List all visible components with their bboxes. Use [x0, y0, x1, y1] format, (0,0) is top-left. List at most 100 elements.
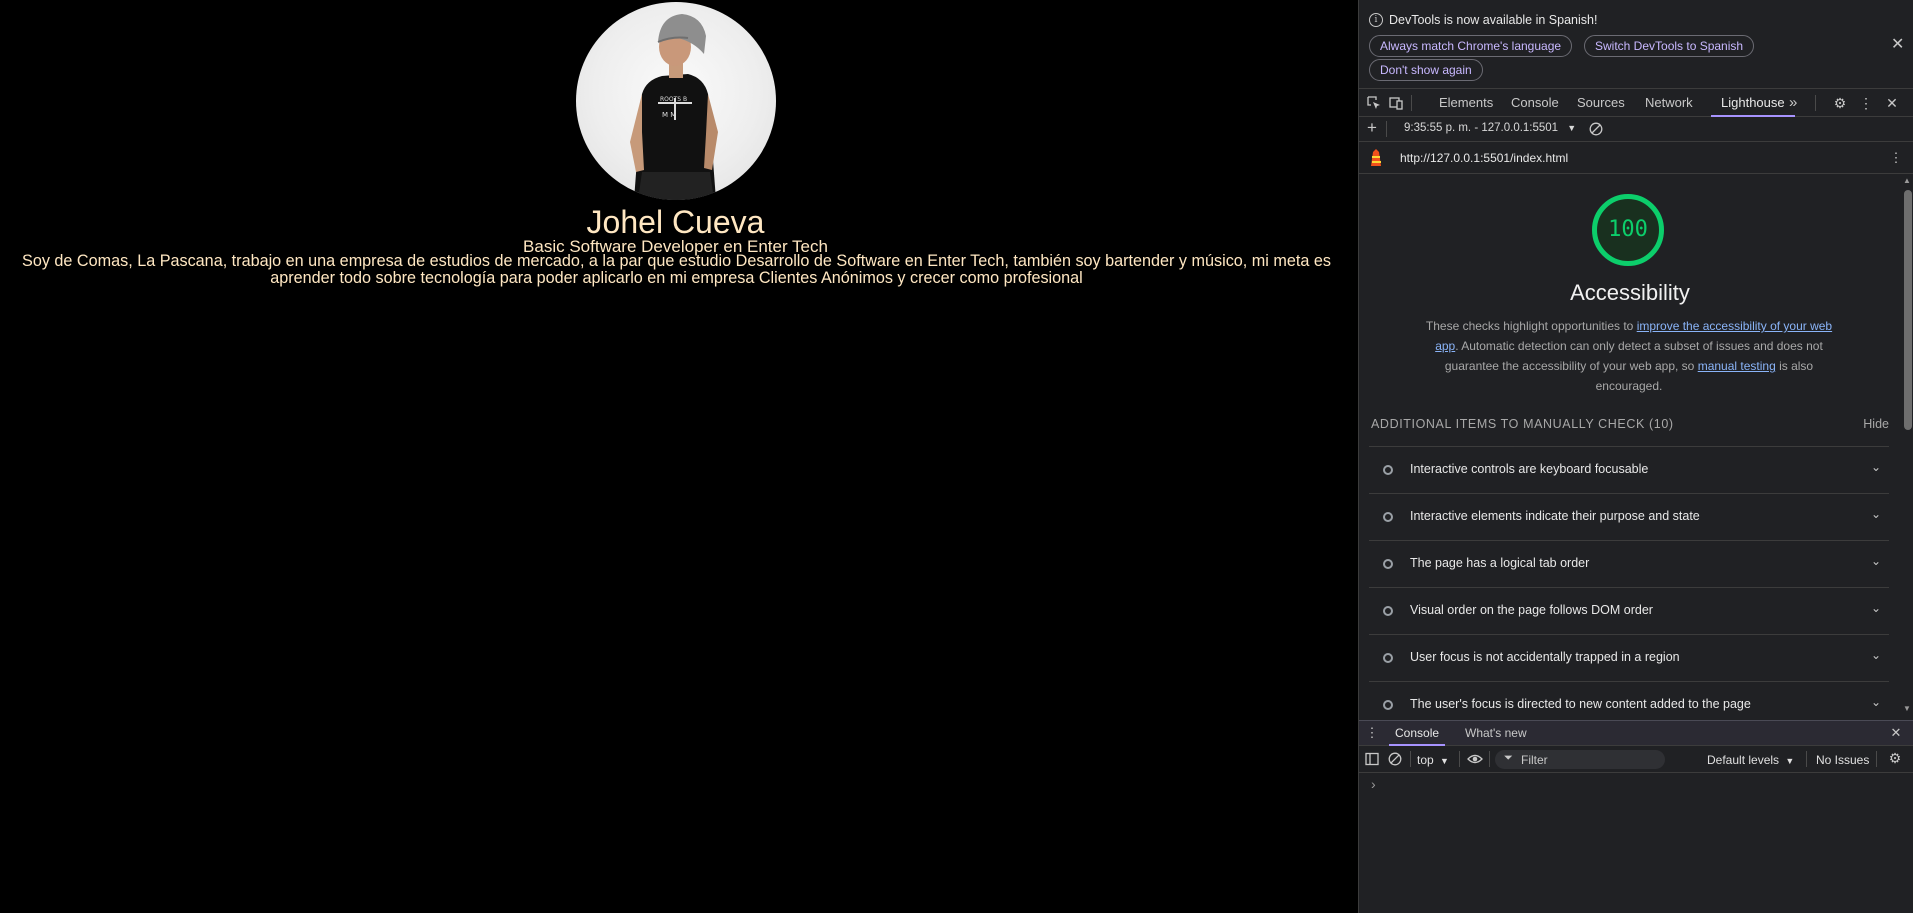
lighthouse-report: 100 Accessibility These checks highlight… [1359, 174, 1901, 716]
audit-title: Visual order on the page follows DOM ord… [1410, 603, 1653, 617]
report-scrollbar[interactable]: ▲ ▼ [1901, 174, 1913, 716]
audit-item[interactable]: The user's focus is directed to new cont… [1369, 681, 1889, 716]
filter-funnel-icon: ⏷ [1504, 752, 1513, 764]
dropdown-arrow-icon: ▼ [1567, 123, 1577, 133]
chevron-down-icon: ⌄ [1870, 554, 1881, 568]
audit-item[interactable]: Interactive controls are keyboard focusa… [1369, 446, 1889, 493]
description-text: These checks highlight opportunities to [1425, 319, 1637, 333]
lighthouse-toolbar: + 9:35:55 p. m. - 127.0.0.1:5501 ▼ [1359, 117, 1913, 142]
live-expression-eye-icon[interactable] [1467, 752, 1483, 766]
console-output[interactable]: › [1359, 773, 1913, 913]
settings-gear-icon[interactable]: ⚙ [1833, 96, 1847, 110]
dont-show-again-button[interactable]: Don't show again [1369, 59, 1483, 81]
more-tabs-icon[interactable]: » [1789, 89, 1797, 117]
chevron-down-icon: ⌄ [1870, 460, 1881, 474]
issues-button[interactable]: No Issues [1816, 753, 1869, 767]
profile-name: Johel Cueva [586, 204, 765, 240]
audit-title: Interactive controls are keyboard focusa… [1410, 462, 1649, 476]
switch-to-spanish-button[interactable]: Switch DevTools to Spanish [1584, 35, 1755, 57]
chevron-down-icon: ⌄ [1870, 648, 1881, 662]
log-levels-label: Default levels [1707, 753, 1780, 767]
hide-button[interactable]: Hide [1863, 417, 1889, 431]
audit-item[interactable]: The page has a logical tab order ⌄ [1369, 540, 1889, 587]
toolbar-divider [1410, 751, 1411, 767]
console-filter-input[interactable]: ⏷ Filter [1495, 750, 1665, 769]
inspect-element-icon[interactable] [1367, 96, 1381, 110]
drawer-tabbar: ⋮ Console What's new ✕ [1359, 720, 1913, 746]
toolbar-divider [1459, 751, 1460, 767]
dropdown-arrow-icon: ▼ [1785, 756, 1795, 766]
manual-audit-icon [1383, 700, 1393, 710]
audit-item[interactable]: Interactive elements indicate their purp… [1369, 493, 1889, 540]
score-value: 100 [1608, 217, 1648, 242]
web-page: ROOTS B M M Johel Cueva Basic Software D… [0, 0, 1358, 913]
manual-audit-icon [1383, 512, 1393, 522]
console-prompt[interactable]: › [1371, 776, 1376, 792]
new-report-plus-icon[interactable]: + [1365, 119, 1379, 136]
toolbar-divider [1489, 751, 1490, 767]
manual-audit-icon [1383, 465, 1393, 475]
chevron-down-icon: ⌄ [1870, 601, 1881, 615]
audit-item[interactable]: User focus is not accidentally trapped i… [1369, 634, 1889, 681]
language-infobar: i DevTools is now available in Spanish! … [1359, 0, 1913, 86]
toolbar-divider [1815, 95, 1816, 111]
infobar-message: DevTools is now available in Spanish! [1389, 13, 1598, 27]
device-toolbar-icon[interactable] [1389, 96, 1403, 110]
audit-title: The user's focus is directed to new cont… [1410, 697, 1751, 711]
scroll-up-icon[interactable]: ▲ [1903, 176, 1911, 185]
toolbar-divider [1411, 95, 1412, 111]
manual-audit-icon [1383, 653, 1393, 663]
manual-checks-header: ADDITIONAL ITEMS TO MANUALLY CHECK (10) … [1371, 417, 1889, 437]
close-drawer-icon[interactable]: ✕ [1889, 726, 1903, 740]
scrollbar-thumb[interactable] [1904, 190, 1912, 430]
audit-list: Interactive controls are keyboard focusa… [1369, 446, 1889, 716]
context-label: top [1417, 753, 1434, 767]
category-title: Accessibility [1570, 280, 1690, 305]
report-selector-label: 9:35:55 p. m. - 127.0.0.1:5501 [1404, 122, 1559, 134]
manual-testing-link[interactable]: manual testing [1698, 359, 1776, 373]
tab-elements[interactable]: Elements [1439, 89, 1493, 117]
clear-reports-icon[interactable] [1589, 122, 1603, 136]
screen: ROOTS B M M Johel Cueva Basic Software D… [0, 0, 1913, 913]
close-devtools-icon[interactable]: ✕ [1885, 96, 1899, 110]
tab-network[interactable]: Network [1645, 89, 1693, 117]
report-selector[interactable]: 9:35:55 p. m. - 127.0.0.1:5501 ▼ [1404, 122, 1576, 134]
devtools-tabbar: Elements Console Sources Network Lightho… [1359, 88, 1913, 117]
audit-item[interactable]: Visual order on the page follows DOM ord… [1369, 587, 1889, 634]
filter-placeholder: Filter [1521, 753, 1548, 767]
kebab-menu-icon[interactable]: ⋮ [1859, 96, 1873, 110]
match-language-button[interactable]: Always match Chrome's language [1369, 35, 1573, 57]
report-url-bar: http://127.0.0.1:5501/index.html ⋮ [1359, 142, 1913, 174]
context-selector[interactable]: top ▼ [1417, 753, 1449, 767]
manual-audit-icon [1383, 606, 1393, 616]
drawer-menu-icon[interactable]: ⋮ [1365, 726, 1379, 740]
audit-title: User focus is not accidentally trapped i… [1410, 650, 1680, 664]
devtools-panel: i DevTools is now available in Spanish! … [1358, 0, 1913, 913]
close-icon[interactable]: ✕ [1891, 34, 1904, 54]
lighthouse-logo-icon [1368, 149, 1384, 167]
tab-console[interactable]: Console [1511, 89, 1559, 117]
sidebar-toggle-icon[interactable] [1365, 752, 1379, 766]
svg-text:M M: M M [662, 111, 676, 119]
console-settings-gear-icon[interactable]: ⚙ [1888, 751, 1902, 765]
chevron-down-icon: ⌄ [1870, 507, 1881, 521]
score-gauge: 100 [1592, 194, 1664, 266]
profile-bio: Soy de Comas, La Pascana, trabajo en una… [22, 252, 1331, 287]
clear-console-icon[interactable] [1388, 752, 1402, 766]
tab-lighthouse[interactable]: Lighthouse [1711, 89, 1795, 117]
scroll-down-icon[interactable]: ▼ [1903, 704, 1911, 713]
log-levels-selector[interactable]: Default levels ▼ [1707, 753, 1794, 767]
svg-text:ROOTS B: ROOTS B [660, 96, 687, 103]
toolbar-divider [1386, 121, 1387, 137]
audit-title: Interactive elements indicate their purp… [1410, 509, 1700, 523]
tab-sources[interactable]: Sources [1577, 89, 1625, 117]
report-menu-icon[interactable]: ⋮ [1889, 151, 1903, 165]
toolbar-divider [1876, 751, 1877, 767]
manual-audit-icon [1383, 559, 1393, 569]
profile-photo: ROOTS B M M [576, 2, 776, 200]
drawer-tab-whats-new[interactable]: What's new [1459, 721, 1533, 746]
audit-title: The page has a logical tab order [1410, 556, 1590, 570]
info-icon: i [1369, 13, 1383, 27]
manual-checks-title: ADDITIONAL ITEMS TO MANUALLY CHECK (10) [1371, 417, 1674, 431]
drawer-tab-console[interactable]: Console [1389, 721, 1446, 746]
